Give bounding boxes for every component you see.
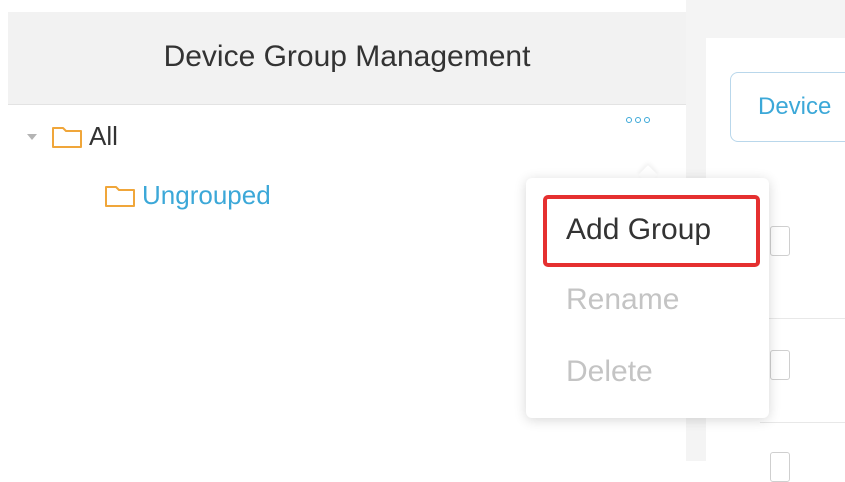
device-button[interactable]: Device (730, 72, 845, 142)
tree-node-ungrouped[interactable]: Ungrouped (104, 180, 271, 211)
dot (635, 117, 641, 123)
row-divider (760, 422, 845, 423)
more-icon[interactable] (621, 111, 655, 129)
tree-node-label: All (89, 121, 118, 151)
folder-icon (52, 126, 82, 148)
tree-node-label: Ungrouped (142, 180, 271, 210)
dot (644, 117, 650, 123)
menu-item-rename[interactable]: Rename (526, 270, 769, 330)
row-checkbox[interactable] (770, 452, 790, 482)
folder-icon (105, 185, 135, 207)
caret-down-icon[interactable] (27, 133, 37, 140)
panel-title: Device Group Management (163, 40, 531, 73)
menu-item-label: Rename (566, 283, 680, 316)
row-checkbox[interactable] (770, 226, 790, 256)
device-button-label: Device (758, 93, 832, 120)
highlight-box (543, 195, 760, 267)
row-divider (760, 318, 845, 319)
row-checkbox[interactable] (770, 350, 790, 380)
menu-item-label: Delete (566, 355, 653, 388)
tree-node-all[interactable]: All (27, 121, 118, 152)
dot (626, 117, 632, 123)
menu-item-delete[interactable]: Delete (526, 342, 769, 402)
panel-header: Device Group Management (8, 12, 686, 105)
